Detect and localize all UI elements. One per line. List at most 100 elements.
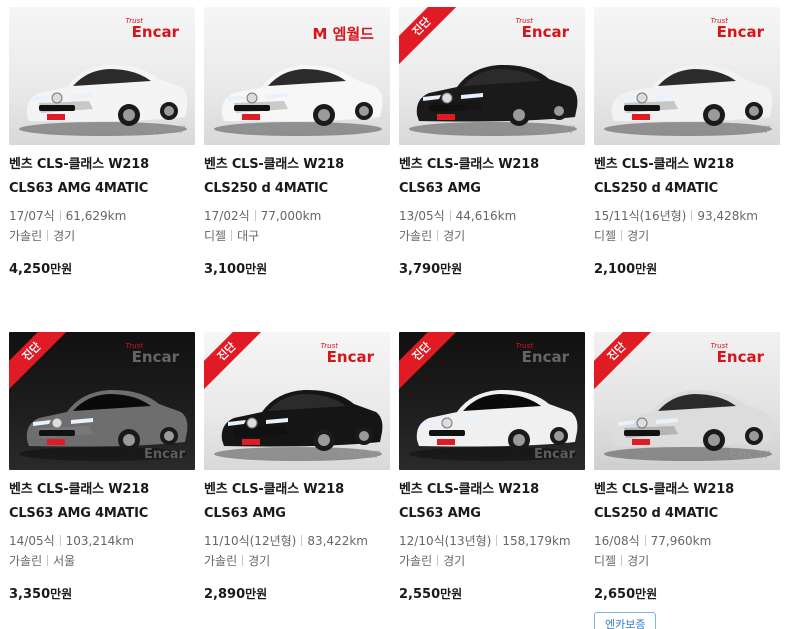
- fuel: 가솔린: [9, 229, 43, 243]
- year: 14/05식: [9, 534, 55, 548]
- watermark: Encar: [143, 447, 185, 462]
- listing-thumbnail[interactable]: Trust Encar Encar 진단: [9, 332, 195, 470]
- listing-title[interactable]: 벤츠 CLS-클래스 W218 CLS250 d 4MATIC: [204, 153, 390, 201]
- listing-thumbnail[interactable]: Trust Encar Encar 진단: [399, 332, 585, 470]
- region: 대구: [237, 229, 260, 243]
- mileage: 103,214km: [65, 534, 134, 548]
- listing-fuel-region: 가솔린 경기: [9, 226, 195, 246]
- price-unit: 만원: [440, 262, 463, 276]
- price-value: 4,250: [9, 262, 51, 277]
- listing-title[interactable]: 벤츠 CLS-클래스 W218 CLS63 AMG 4MATIC: [9, 153, 195, 201]
- price-value: 2,550: [399, 587, 441, 602]
- listing-thumbnail[interactable]: Trust Encar Encar 진단: [594, 332, 780, 470]
- region: 경기: [443, 554, 466, 568]
- divider: [644, 535, 646, 546]
- listing-price: 3,350만원: [9, 585, 195, 602]
- region: 경기: [443, 229, 466, 243]
- mileage: 77,000km: [260, 209, 322, 223]
- listing-grid: Trust Encar Encar 벤츠 CLS-클래스 W218 CLS63 AMG…: [9, 7, 781, 629]
- watermark: Encar: [143, 122, 185, 137]
- listing-thumbnail[interactable]: Trust Encar Encar 진단: [399, 7, 585, 145]
- watermark: Encar: [338, 447, 380, 462]
- listing-thumbnail[interactable]: Trust Encar Encar: [9, 7, 195, 145]
- listing-fuel-region: 가솔린 경기: [204, 551, 390, 571]
- fuel: 디젤: [594, 229, 617, 243]
- watermark: Encar: [533, 447, 575, 462]
- year: 16/08식: [594, 534, 640, 548]
- brand-logo: Encar: [326, 348, 374, 366]
- year: 17/07식: [9, 209, 55, 223]
- watermark: Encar: [533, 122, 575, 137]
- price-unit: 만원: [50, 262, 73, 276]
- price-unit: 만원: [440, 587, 463, 601]
- price-unit: 만원: [635, 587, 658, 601]
- listing-card[interactable]: Trust Encar Encar 진단 벤츠 CLS-클래스 W218 CLS63 A…: [399, 332, 585, 629]
- listing-card[interactable]: Trust Encar Encar 진단 벤츠 CLS-클래스 W218 CLS63 A…: [204, 332, 390, 629]
- brand-logo: Encar: [521, 348, 569, 366]
- listing-card[interactable]: Trust Encar Encar 진단 벤츠 CLS-클래스 W218 CLS63 A…: [399, 7, 585, 332]
- fuel: 디젤: [594, 554, 617, 568]
- listing-year-mileage: 14/05식 103,214km: [9, 531, 195, 551]
- year: 11/10식(12년형): [204, 534, 297, 548]
- mileage: 93,428km: [697, 209, 758, 223]
- divider: [301, 535, 303, 546]
- listing-fuel-region: 디젤 경기: [594, 226, 780, 246]
- listing-title[interactable]: 벤츠 CLS-클래스 W218 CLS63 AMG: [399, 478, 585, 526]
- brand-logo: Encar: [521, 23, 569, 41]
- divider: [59, 210, 61, 221]
- listing-fuel-region: 가솔린 경기: [399, 551, 585, 571]
- listing-year-mileage: 17/02식 77,000km: [204, 206, 390, 226]
- fuel: 가솔린: [9, 554, 43, 568]
- listing-title[interactable]: 벤츠 CLS-클래스 W218 CLS63 AMG: [399, 153, 585, 201]
- listing-title[interactable]: 벤츠 CLS-클래스 W218 CLS250 d 4MATIC: [594, 478, 780, 526]
- listing-card[interactable]: Trust Encar Encar 진단벤츠 CLS-클래스 W218 CLS250 …: [594, 332, 780, 629]
- year: 12/10식(13년형): [399, 534, 492, 548]
- mileage: 44,616km: [455, 209, 517, 223]
- divider: [449, 210, 451, 221]
- price-value: 2,100: [594, 262, 636, 277]
- brand-logo: Encar: [131, 348, 179, 366]
- mileage: 77,960km: [650, 534, 712, 548]
- listing-title[interactable]: 벤츠 CLS-클래스 W218 CLS63 AMG: [204, 478, 390, 526]
- listing-thumbnail[interactable]: M 엠월드: [204, 7, 390, 145]
- fuel: 가솔린: [204, 554, 238, 568]
- divider: [437, 555, 439, 566]
- listing-card[interactable]: M 엠월드벤츠 CLS-클래스 W218 CLS250 d 4MATIC 17/0…: [204, 7, 390, 332]
- listing-thumbnail[interactable]: Trust Encar Encar 진단: [204, 332, 390, 470]
- encar-warranty-badge[interactable]: 엔카보증: [594, 612, 657, 629]
- listing-card[interactable]: Trust Encar Encar 벤츠 CLS-클래스 W218 CLS250 d …: [594, 7, 780, 332]
- price-unit: 만원: [50, 587, 73, 601]
- divider: [242, 555, 244, 566]
- listing-year-mileage: 13/05식 44,616km: [399, 206, 585, 226]
- mileage: 61,629km: [65, 209, 127, 223]
- mileage: 158,179km: [502, 534, 571, 548]
- brand-logo: Encar: [716, 23, 764, 41]
- price-value: 2,650: [594, 587, 636, 602]
- listing-title[interactable]: 벤츠 CLS-클래스 W218 CLS250 d 4MATIC: [594, 153, 780, 201]
- listing-title[interactable]: 벤츠 CLS-클래스 W218 CLS63 AMG 4MATIC: [9, 478, 195, 526]
- divider: [47, 230, 49, 241]
- listing-thumbnail[interactable]: Trust Encar Encar: [594, 7, 780, 145]
- listing-card[interactable]: Trust Encar Encar 진단 벤츠 CLS-클래스 W218 CLS63 A…: [9, 332, 195, 629]
- price-value: 3,790: [399, 262, 441, 277]
- brand-logo: M 엠월드: [312, 25, 374, 43]
- region: 서울: [53, 554, 76, 568]
- price-unit: 만원: [245, 262, 268, 276]
- brand-logo: Encar: [131, 23, 179, 41]
- price-value: 2,890: [204, 587, 246, 602]
- year: 13/05식: [399, 209, 445, 223]
- region: 경기: [627, 554, 650, 568]
- listing-fuel-region: 가솔린 서울: [9, 551, 195, 571]
- region: 경기: [248, 554, 271, 568]
- listing-price: 3,100만원: [204, 260, 390, 277]
- fuel: 가솔린: [399, 554, 433, 568]
- region: 경기: [627, 229, 650, 243]
- divider: [59, 535, 61, 546]
- year: 17/02식: [204, 209, 250, 223]
- listing-card[interactable]: Trust Encar Encar 벤츠 CLS-클래스 W218 CLS63 AMG…: [9, 7, 195, 332]
- price-unit: 만원: [245, 587, 268, 601]
- divider: [231, 230, 233, 241]
- listing-fuel-region: 디젤 대구: [204, 226, 390, 246]
- year: 15/11식(16년형): [594, 209, 687, 223]
- listing-year-mileage: 17/07식 61,629km: [9, 206, 195, 226]
